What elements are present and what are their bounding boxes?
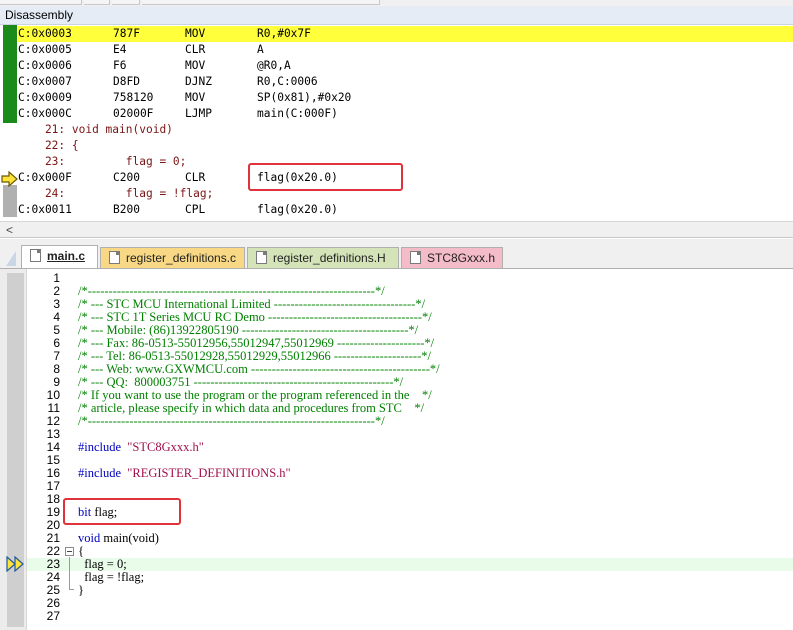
tab-label: STC8Gxxx.h — [427, 251, 496, 265]
fold-guide-end — [69, 589, 74, 590]
top-strip-segment — [84, 0, 110, 5]
address: C:0x0007 — [18, 75, 72, 88]
code-text: flag = !flag; — [78, 570, 145, 584]
operand: main(C:000F) — [257, 107, 338, 120]
code-text: #include "STC8Gxxx.h" — [78, 440, 204, 454]
code-line[interactable]: 24 flag = !flag; — [27, 571, 793, 584]
code-line[interactable]: 17 — [27, 480, 793, 493]
disassembly-instruction[interactable]: C:0x0003 787F MOV R0,#0x7F — [18, 26, 793, 42]
mnemonic: MOV — [185, 59, 206, 72]
tab-register-definitions-c[interactable]: register_definitions.c — [100, 247, 245, 268]
tab-register-definitions-h[interactable]: register_definitions.H — [247, 247, 399, 268]
mnemonic: DJNZ — [185, 75, 212, 88]
disassembly-instruction[interactable]: C:0x0009 758120 MOV SP(0x81),#0x20 — [18, 90, 793, 106]
code-text: void main(void) — [78, 531, 159, 545]
disassembly-current-instruction[interactable]: C:0x000F C200 CLR flag(0x20.0) — [18, 170, 793, 186]
opcode-hex: 758120 — [113, 91, 154, 104]
disassembly-pane[interactable]: C:0x0003 787F MOV R0,#0x7F C:0x0005 E4 CLR A C:0… — [0, 25, 793, 221]
disassembly-instruction[interactable]: C:0x0006 F6 MOV @R0,A — [18, 58, 793, 74]
code-editor[interactable]: 1 2/*------------------------------------… — [0, 268, 793, 630]
code-text: #include "REGISTER_DEFINITIONS.h" — [78, 466, 291, 480]
code-line[interactable]: 22{ — [27, 545, 793, 558]
mnemonic: CLR — [185, 43, 206, 56]
opcode-hex: B200 — [113, 203, 140, 216]
not-executed-marker — [3, 185, 17, 217]
file-icon — [30, 249, 41, 262]
operand: @R0,A — [257, 59, 291, 72]
disassembly-source-line[interactable]: 23: flag = 0; — [18, 154, 793, 170]
mnemonic: CLR — [185, 171, 206, 184]
line-number: 27 — [46, 609, 60, 623]
top-strip-segment — [112, 0, 140, 5]
top-strip-segment — [0, 0, 82, 5]
opcode-hex: E4 — [113, 43, 127, 56]
tab-bar-corner — [6, 251, 16, 266]
code-text: /*--------------------------------------… — [78, 414, 385, 428]
opcode-hex: D8FD — [113, 75, 140, 88]
operand: SP(0x81),#0x20 — [257, 91, 352, 104]
mnemonic: MOV — [185, 27, 206, 40]
mnemonic: MOV — [185, 91, 206, 104]
tab-label: main.c — [47, 249, 86, 263]
source-text: 23: flag = 0; — [18, 155, 187, 168]
current-instruction-arrow-icon — [1, 171, 18, 187]
source-text: 21: void main(void) — [18, 123, 173, 136]
mnemonic: LJMP — [185, 107, 212, 120]
code-text: } — [78, 583, 84, 597]
operand: R0,#0x7F — [257, 27, 311, 40]
editor-tab-bar: main.c register_definitions.c register_d… — [0, 239, 793, 269]
opcode-hex: 787F — [113, 27, 140, 40]
disassembly-horizontal-scrollbar[interactable]: < — [0, 221, 793, 238]
disassembly-gutter — [0, 25, 18, 221]
editor-gutter — [0, 269, 27, 630]
source-text: 22: { — [18, 139, 79, 152]
source-text: 24: flag = !flag; — [18, 187, 214, 200]
file-icon — [109, 251, 120, 264]
scroll-left-icon[interactable]: < — [6, 223, 13, 237]
disassembly-source-line[interactable]: 22: { — [18, 138, 793, 154]
address: C:0x0009 — [18, 91, 72, 104]
address: C:0x0003 — [18, 27, 72, 40]
file-icon — [256, 251, 267, 264]
code-line[interactable]: 16 #include "REGISTER_DEFINITIONS.h" — [27, 467, 793, 480]
operand: R0,C:0006 — [257, 75, 318, 88]
tab-main-c[interactable]: main.c — [21, 245, 98, 269]
tab-stc8gxxx-h[interactable]: STC8Gxxx.h — [401, 247, 503, 268]
file-icon — [410, 251, 421, 264]
top-strip-segment — [142, 0, 380, 5]
current-line-arrow-icon — [6, 556, 24, 572]
operand: flag(0x20.0) — [257, 203, 338, 216]
code-line[interactable]: 14 #include "STC8Gxxx.h" — [27, 441, 793, 454]
disassembly-instruction[interactable]: C:0x0007 D8FD DJNZ R0,C:0006 — [18, 74, 793, 90]
disassembly-instruction[interactable]: C:0x0005 E4 CLR A — [18, 42, 793, 58]
operand: A — [257, 43, 264, 56]
address: C:0x000F — [18, 171, 72, 184]
opcode-hex: F6 — [113, 59, 127, 72]
address: C:0x0011 — [18, 203, 72, 216]
tab-label: register_definitions.H — [273, 251, 386, 265]
opcode-hex: 02000F — [113, 107, 154, 120]
disassembly-instruction[interactable]: C:0x0011 B200 CPL flag(0x20.0) — [18, 202, 793, 218]
address: C:0x0005 — [18, 43, 72, 56]
annotation-highlight-box — [248, 163, 403, 191]
code-line[interactable]: 27 — [27, 610, 793, 623]
fold-guide — [69, 557, 70, 589]
address: C:0x0006 — [18, 59, 72, 72]
code-line[interactable]: 26 — [27, 597, 793, 610]
code-line[interactable]: 12/*------------------------------------… — [27, 415, 793, 428]
annotation-highlight-box — [63, 498, 181, 525]
executed-code-marker — [3, 25, 17, 123]
disassembly-instruction[interactable]: C:0x000C 02000F LJMP main(C:000F) — [18, 106, 793, 122]
address: C:0x000C — [18, 107, 72, 120]
opcode-hex: C200 — [113, 171, 140, 184]
editor-coverage-bar — [7, 273, 24, 627]
disassembly-source-line[interactable]: 21: void main(void) — [18, 122, 793, 138]
fold-toggle-icon[interactable] — [65, 547, 74, 556]
code-line[interactable]: 25} — [27, 584, 793, 597]
tab-label: register_definitions.c — [126, 251, 237, 265]
disassembly-title: Disassembly — [0, 6, 793, 25]
mnemonic: CPL — [185, 203, 206, 216]
code-line[interactable]: 21 void main(void) — [27, 532, 793, 545]
disassembly-source-line[interactable]: 24: flag = !flag; — [18, 186, 793, 202]
